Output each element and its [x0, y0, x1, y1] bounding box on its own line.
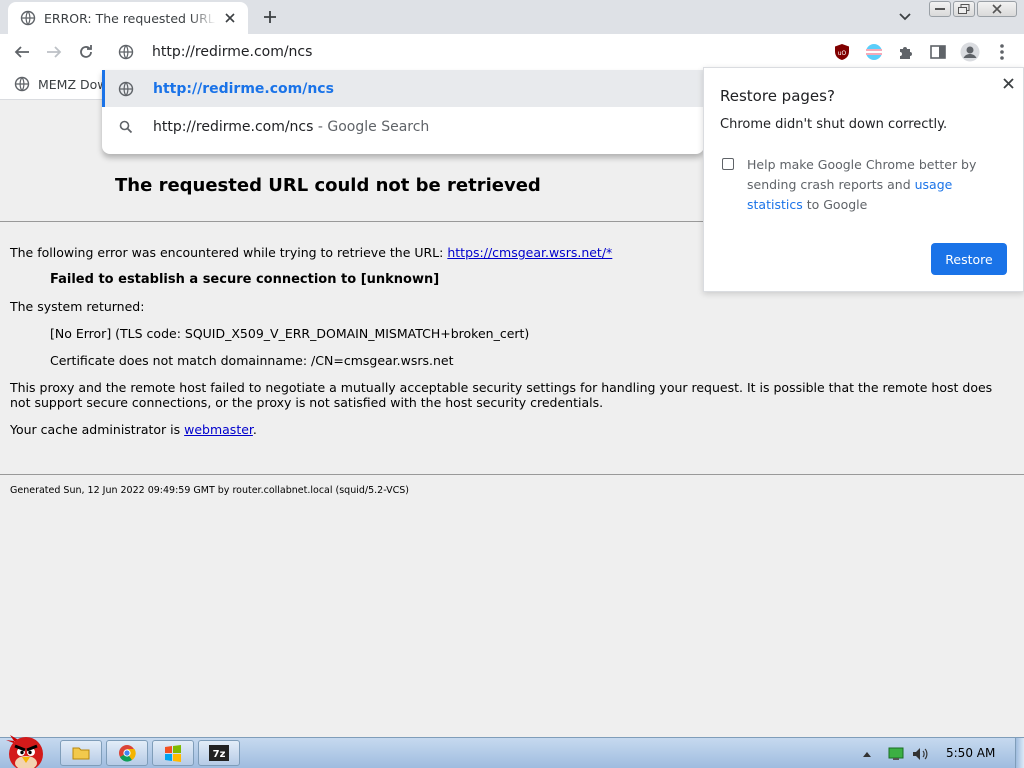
more-menu-icon[interactable] — [992, 42, 1012, 62]
bookmark-item[interactable]: MEMZ Dow — [14, 76, 108, 92]
system-tray — [856, 738, 928, 768]
show-hidden-icons-icon[interactable] — [862, 750, 872, 758]
error-message: Failed to establish a secure connection … — [50, 272, 440, 287]
close-window-button[interactable] — [977, 1, 1017, 17]
address-input[interactable] — [152, 40, 692, 64]
restore-button[interactable]: Restore — [931, 243, 1007, 275]
forward-button[interactable] — [42, 40, 66, 64]
7zip-icon: 7z — [209, 745, 229, 761]
system-returned-label: The system returned: — [10, 299, 145, 314]
tab-title: ERROR: The requested URL could not be re… — [44, 10, 216, 26]
chrome-icon — [119, 745, 136, 762]
extensions-puzzle-icon[interactable] — [896, 42, 916, 62]
search-icon — [118, 119, 134, 135]
tab-active[interactable]: ERROR: The requested URL could not be re… — [8, 2, 248, 34]
tab-close-icon[interactable] — [222, 10, 238, 26]
chevron-down-icon[interactable] — [895, 7, 915, 27]
suggestion-url[interactable]: http://redirme.com/ncs — [102, 70, 704, 107]
taskbar-windows-button[interactable] — [152, 740, 194, 766]
crash-reports-checkbox[interactable] — [722, 158, 734, 170]
globe-icon — [20, 10, 36, 26]
suggestion-search[interactable]: http://redirme.com/ncs - Google Search — [102, 108, 704, 145]
volume-icon[interactable] — [912, 747, 928, 761]
globe-icon — [118, 44, 134, 60]
restore-window-button[interactable] — [953, 1, 975, 17]
taskbar: 7z 5:50 AM — [0, 735, 1024, 768]
webmaster-link[interactable]: webmaster — [184, 422, 253, 437]
checkbox-label: Help make Google Chrome better by sendin… — [747, 155, 1007, 215]
windows-logo-icon — [165, 745, 181, 762]
close-icon[interactable] — [1000, 75, 1016, 91]
globe-icon — [14, 76, 30, 92]
suggestion-text: http://redirme.com/ncs - Google Search — [153, 119, 429, 135]
tab-strip: ERROR: The requested URL could not be re… — [0, 0, 1024, 34]
forward-arrow-icon — [47, 46, 62, 58]
taskbar-7zip-button[interactable]: 7z — [198, 740, 240, 766]
certificate-message: Certificate does not match domainname: /… — [50, 353, 454, 368]
omnibox-suggestions: http://redirme.com/ncs http://redirme.co… — [102, 70, 704, 154]
globe-icon — [118, 81, 134, 97]
admin-text: Your cache administrator is webmaster. — [10, 422, 257, 437]
page-title: The requested URL could not be retrieved — [115, 175, 541, 196]
ublock-icon[interactable]: uO — [832, 42, 852, 62]
toolbar: uO — [0, 34, 1024, 70]
suggestion-text: http://redirme.com/ncs — [153, 80, 334, 97]
intro-label: The following error was encountered whil… — [10, 245, 448, 260]
bookmark-label: MEMZ Dow — [38, 76, 108, 92]
side-panel-icon[interactable] — [928, 42, 948, 62]
flag-extension-icon[interactable] — [864, 42, 884, 62]
divider — [0, 474, 1024, 475]
suggestion-hint: - Google Search — [313, 118, 430, 135]
folder-icon — [72, 747, 90, 760]
svg-text:uO: uO — [838, 50, 847, 57]
omnibox[interactable] — [102, 34, 704, 70]
start-button[interactable] — [0, 730, 52, 768]
taskbar-chrome-button[interactable] — [106, 740, 148, 766]
tls-error-code: [No Error] (TLS code: SQUID_X509_V_ERR_D… — [50, 326, 530, 341]
admin-suffix: . — [252, 422, 257, 437]
explanation-text: This proxy and the remote host failed to… — [10, 380, 993, 410]
error-url-link[interactable]: https://cmsgear.wsrs.net/* — [447, 245, 612, 260]
back-arrow-icon — [14, 46, 29, 58]
reload-icon — [80, 45, 92, 58]
new-tab-button[interactable] — [258, 6, 282, 28]
checkbox-label-suffix: to Google — [802, 197, 868, 212]
restore-pages-dialog: Restore pages? Chrome didn't shut down c… — [703, 67, 1024, 292]
back-button[interactable] — [10, 40, 34, 64]
minimize-button[interactable] — [929, 1, 951, 17]
profile-avatar-icon[interactable] — [960, 42, 980, 62]
network-icon[interactable] — [888, 747, 904, 761]
admin-prefix: Your cache administrator is — [10, 422, 185, 437]
svg-text:7z: 7z — [213, 749, 226, 760]
intro-text: The following error was encountered whil… — [10, 245, 612, 260]
dialog-title: Restore pages? — [720, 87, 835, 105]
angry-bird-icon — [6, 735, 43, 768]
show-desktop-button[interactable] — [1015, 738, 1024, 768]
taskbar-explorer-button[interactable] — [60, 740, 102, 766]
suggestion-query: http://redirme.com/ncs — [153, 118, 314, 135]
reload-button[interactable] — [74, 40, 98, 64]
page-footer: Generated Sun, 12 Jun 2022 09:49:59 GMT … — [10, 485, 409, 496]
dialog-message: Chrome didn't shut down correctly. — [720, 117, 948, 132]
taskbar-clock[interactable]: 5:50 AM — [946, 746, 995, 760]
